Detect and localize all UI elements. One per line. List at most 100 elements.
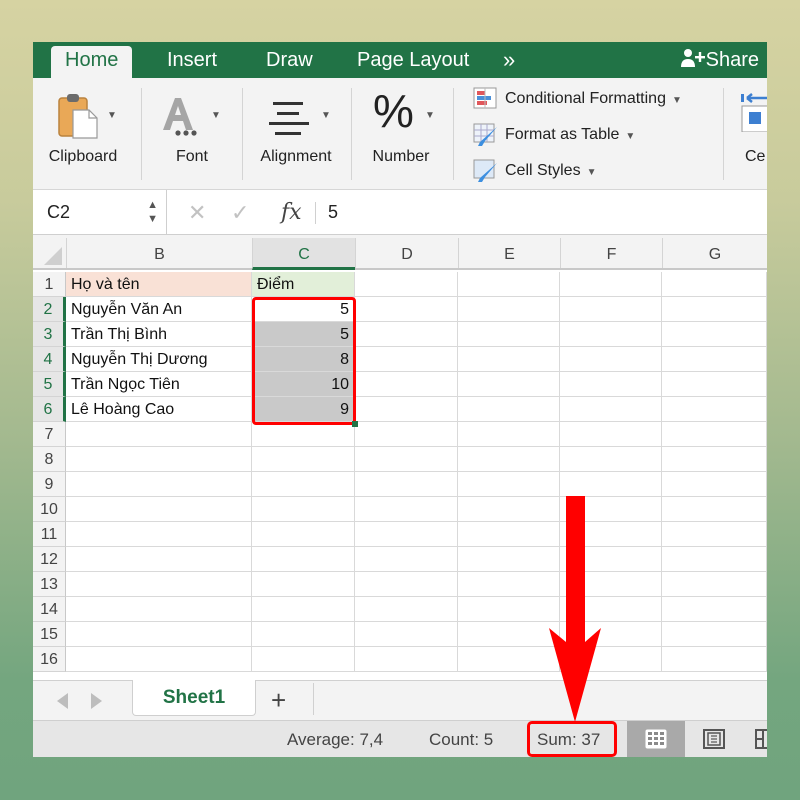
cell-d5[interactable] xyxy=(355,372,458,397)
row-header-7[interactable]: 7 xyxy=(33,422,66,447)
cell-e13[interactable] xyxy=(458,572,560,597)
cell-e9[interactable] xyxy=(458,472,560,497)
fill-handle[interactable] xyxy=(352,421,358,427)
row-header-2[interactable]: 2 xyxy=(33,297,66,322)
cell-c15[interactable] xyxy=(252,622,355,647)
format-as-table-button[interactable]: Format as Table ▼ xyxy=(473,120,635,150)
cell-e15[interactable] xyxy=(458,622,560,647)
cell-f3[interactable] xyxy=(560,322,662,347)
cell-d1[interactable] xyxy=(355,272,458,297)
font-group[interactable]: ▼ Font xyxy=(143,78,241,190)
select-all-button[interactable] xyxy=(33,238,66,268)
cell-g12[interactable] xyxy=(662,547,767,572)
row-header-9[interactable]: 9 xyxy=(33,472,66,497)
cell-d7[interactable] xyxy=(355,422,458,447)
cell-d2[interactable] xyxy=(355,297,458,322)
cell-g10[interactable] xyxy=(662,497,767,522)
cell-c3[interactable]: 5 xyxy=(252,322,355,347)
cell-d6[interactable] xyxy=(355,397,458,422)
cell-d13[interactable] xyxy=(355,572,458,597)
cell-b9[interactable] xyxy=(66,472,252,497)
cell-b7[interactable] xyxy=(66,422,252,447)
cell-f14[interactable] xyxy=(560,597,662,622)
cell-e3[interactable] xyxy=(458,322,560,347)
insert-function-icon[interactable]: fx xyxy=(281,190,302,235)
cell-c5[interactable]: 10 xyxy=(252,372,355,397)
more-tabs-button[interactable]: » xyxy=(489,46,529,78)
row-header-8[interactable]: 8 xyxy=(33,447,66,472)
cell-b8[interactable] xyxy=(66,447,252,472)
page-break-view-button[interactable] xyxy=(743,721,767,757)
row-header-10[interactable]: 10 xyxy=(33,497,66,522)
row-header-14[interactable]: 14 xyxy=(33,597,66,622)
page-layout-view-button[interactable] xyxy=(685,721,743,757)
cell-c12[interactable] xyxy=(252,547,355,572)
cell-d12[interactable] xyxy=(355,547,458,572)
cell-g2[interactable] xyxy=(662,297,767,322)
cell-g5[interactable] xyxy=(662,372,767,397)
font-dropdown-icon[interactable]: ▼ xyxy=(211,110,221,121)
cell-c4[interactable]: 8 xyxy=(252,347,355,372)
share-button[interactable]: Share xyxy=(680,46,759,74)
cell-e11[interactable] xyxy=(458,522,560,547)
cell-e8[interactable] xyxy=(458,447,560,472)
cell-c16[interactable] xyxy=(252,647,355,672)
cell-b16[interactable] xyxy=(66,647,252,672)
cell-d15[interactable] xyxy=(355,622,458,647)
cell-f1[interactable] xyxy=(560,272,662,297)
cell-c13[interactable] xyxy=(252,572,355,597)
cells-group[interactable]: Ce xyxy=(733,78,767,190)
cell-d9[interactable] xyxy=(355,472,458,497)
cell-c10[interactable] xyxy=(252,497,355,522)
cell-g7[interactable] xyxy=(662,422,767,447)
cell-b2[interactable]: Nguyễn Văn An xyxy=(66,297,252,322)
cell-g8[interactable] xyxy=(662,447,767,472)
conditional-formatting-button[interactable]: Conditional Formatting ▼ xyxy=(473,84,682,114)
next-sheet-icon[interactable] xyxy=(91,693,102,709)
cell-e10[interactable] xyxy=(458,497,560,522)
cell-g4[interactable] xyxy=(662,347,767,372)
previous-sheet-icon[interactable] xyxy=(57,693,68,709)
cell-b1[interactable]: Họ và tên xyxy=(66,272,252,297)
cell-d16[interactable] xyxy=(355,647,458,672)
confirm-edit-icon[interactable]: ✓ xyxy=(231,190,249,235)
cell-b11[interactable] xyxy=(66,522,252,547)
cell-f15[interactable] xyxy=(560,622,662,647)
cell-styles-button[interactable]: Cell Styles ▼ xyxy=(473,156,596,186)
cell-e1[interactable] xyxy=(458,272,560,297)
cell-b13[interactable] xyxy=(66,572,252,597)
cell-d10[interactable] xyxy=(355,497,458,522)
cell-b10[interactable] xyxy=(66,497,252,522)
cell-e4[interactable] xyxy=(458,347,560,372)
cell-e7[interactable] xyxy=(458,422,560,447)
cell-g1[interactable] xyxy=(662,272,767,297)
cell-e14[interactable] xyxy=(458,597,560,622)
cell-f5[interactable] xyxy=(560,372,662,397)
cancel-edit-icon[interactable]: ✕ xyxy=(188,190,206,235)
cell-d11[interactable] xyxy=(355,522,458,547)
cell-f11[interactable] xyxy=(560,522,662,547)
cell-d4[interactable] xyxy=(355,347,458,372)
cell-d3[interactable] xyxy=(355,322,458,347)
alignment-dropdown-icon[interactable]: ▼ xyxy=(321,110,331,121)
cell-g3[interactable] xyxy=(662,322,767,347)
name-box-stepper[interactable]: ▲ ▼ xyxy=(147,198,158,226)
cell-f16[interactable] xyxy=(560,647,662,672)
row-header-5[interactable]: 5 xyxy=(33,372,66,397)
cell-g9[interactable] xyxy=(662,472,767,497)
row-header-4[interactable]: 4 xyxy=(33,347,66,372)
tab-page-layout[interactable]: Page Layout xyxy=(343,46,483,78)
cell-g11[interactable] xyxy=(662,522,767,547)
cell-b14[interactable] xyxy=(66,597,252,622)
row-header-1[interactable]: 1 xyxy=(33,272,66,297)
cell-b6[interactable]: Lê Hoàng Cao xyxy=(66,397,252,422)
cell-d14[interactable] xyxy=(355,597,458,622)
tab-home[interactable]: Home xyxy=(51,46,133,78)
cell-g14[interactable] xyxy=(662,597,767,622)
row-header-6[interactable]: 6 xyxy=(33,397,66,422)
cell-e12[interactable] xyxy=(458,547,560,572)
formula-input[interactable]: 5 xyxy=(328,190,338,235)
add-sheet-button[interactable]: + xyxy=(271,683,286,717)
cell-b5[interactable]: Trần Ngọc Tiên xyxy=(66,372,252,397)
cell-g15[interactable] xyxy=(662,622,767,647)
